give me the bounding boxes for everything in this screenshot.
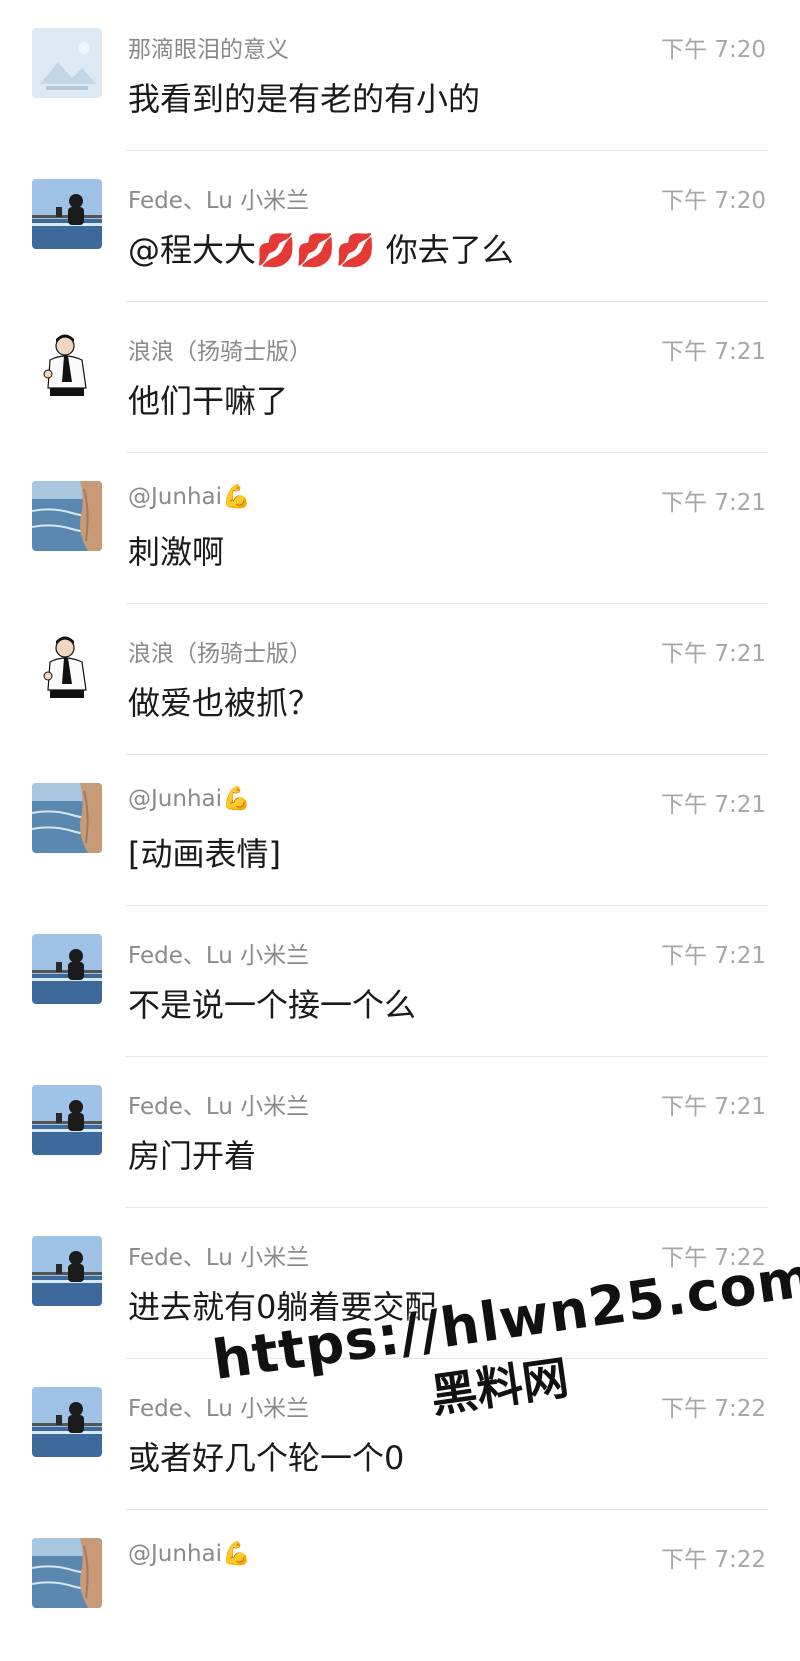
avatar[interactable]	[32, 481, 102, 551]
message-item[interactable]: Fede、Lu 小米兰 下午 7:21 不是说一个接一个么	[0, 906, 800, 1057]
message-item[interactable]: Fede、Lu 小米兰 下午 7:22 进去就有0躺着要交配	[0, 1208, 800, 1359]
sender-name: 那滴眼泪的意义	[128, 37, 289, 63]
message-item[interactable]: 那滴眼泪的意义 下午 7:20 我看到的是有老的有小的	[0, 0, 800, 151]
sender-name: @Junhai💪	[128, 786, 251, 812]
message-time: 下午 7:20	[661, 188, 766, 214]
message-time: 下午 7:21	[661, 1094, 766, 1120]
seaside-person-avatar-image	[32, 1236, 102, 1306]
message-time: 下午 7:21	[661, 641, 766, 667]
cartoon-man-avatar-image	[32, 632, 102, 702]
sender-name: Fede、Lu 小米兰	[128, 188, 310, 214]
message-text: 刺激啊	[128, 533, 225, 571]
seaside-person-avatar-image	[32, 1085, 102, 1155]
avatar[interactable]	[32, 1387, 102, 1457]
sender-name: @Junhai💪	[128, 484, 251, 510]
sea-arm-avatar-image	[32, 1538, 102, 1608]
message-item[interactable]: Fede、Lu 小米兰 下午 7:20 @程大大💋💋💋 你去了么	[0, 151, 800, 302]
message-item[interactable]: 浪浪（扬骑士版） 下午 7:21 他们干嘛了	[0, 302, 800, 453]
avatar[interactable]	[32, 179, 102, 249]
message-text: 进去就有0躺着要交配	[128, 1288, 437, 1326]
sender-name: Fede、Lu 小米兰	[128, 1094, 310, 1120]
message-item[interactable]: @Junhai💪 下午 7:21 [动画表情]	[0, 755, 800, 906]
message-text: 房门开着	[128, 1137, 257, 1175]
seaside-person-avatar-image	[32, 934, 102, 1004]
message-time: 下午 7:22	[661, 1547, 766, 1573]
cartoon-man-avatar-image	[32, 330, 102, 400]
sender-name: @Junhai💪	[128, 1541, 251, 1567]
sender-name: Fede、Lu 小米兰	[128, 1396, 310, 1422]
message-item[interactable]: @Junhai💪 下午 7:21 刺激啊	[0, 453, 800, 604]
seaside-person-avatar-image	[32, 1387, 102, 1457]
avatar[interactable]	[32, 330, 102, 400]
message-text: 做爱也被抓？	[128, 684, 321, 722]
message-time: 下午 7:21	[661, 339, 766, 365]
message-item[interactable]: @Junhai💪 下午 7:22	[0, 1510, 800, 1661]
sender-name: Fede、Lu 小米兰	[128, 943, 310, 969]
message-text: 我看到的是有老的有小的	[128, 80, 481, 118]
message-item[interactable]: Fede、Lu 小米兰 下午 7:22 或者好几个轮一个0	[0, 1359, 800, 1510]
avatar[interactable]	[32, 934, 102, 1004]
seaside-person-avatar-image	[32, 179, 102, 249]
sea-arm-avatar-image	[32, 783, 102, 853]
message-item[interactable]: Fede、Lu 小米兰 下午 7:21 房门开着	[0, 1057, 800, 1208]
avatar[interactable]	[32, 1085, 102, 1155]
sea-arm-avatar-image	[32, 481, 102, 551]
landscape-placeholder-avatar-image	[32, 28, 102, 98]
message-item[interactable]: 浪浪（扬骑士版） 下午 7:21 做爱也被抓？	[0, 604, 800, 755]
avatar[interactable]	[32, 783, 102, 853]
message-time: 下午 7:21	[661, 943, 766, 969]
avatar[interactable]	[32, 1538, 102, 1608]
message-time: 下午 7:21	[661, 792, 766, 818]
message-text: 或者好几个轮一个0	[128, 1439, 405, 1477]
avatar[interactable]	[32, 632, 102, 702]
message-text: 他们干嘛了	[128, 382, 289, 420]
avatar[interactable]	[32, 1236, 102, 1306]
avatar[interactable]	[32, 28, 102, 98]
sender-name: 浪浪（扬骑士版）	[128, 641, 312, 667]
message-text: [动画表情]	[128, 835, 281, 873]
sender-name: Fede、Lu 小米兰	[128, 1245, 310, 1271]
message-text: 不是说一个接一个么	[128, 986, 417, 1024]
message-text: @程大大💋💋💋 你去了么	[128, 231, 514, 269]
message-time: 下午 7:22	[661, 1396, 766, 1422]
message-time: 下午 7:21	[661, 490, 766, 516]
message-time: 下午 7:22	[661, 1245, 766, 1271]
message-time: 下午 7:20	[661, 37, 766, 63]
sender-name: 浪浪（扬骑士版）	[128, 339, 312, 365]
